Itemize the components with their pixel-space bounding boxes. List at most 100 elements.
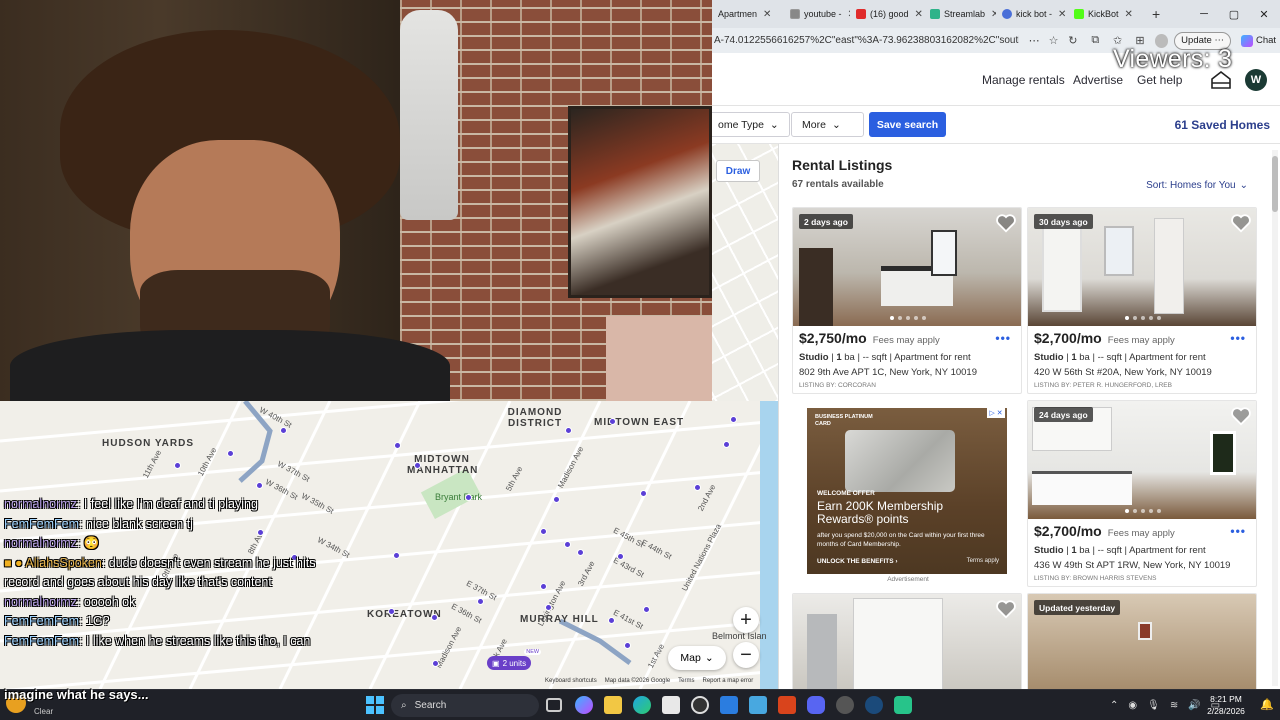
map-pin-icon[interactable] [624, 642, 631, 649]
app-icon[interactable] [894, 696, 912, 714]
extensions-icon[interactable]: ⧉ [1088, 33, 1103, 49]
more-filter[interactable]: More ⌄ [791, 112, 864, 137]
obs-icon[interactable] [691, 696, 709, 714]
map-pin-icon[interactable] [540, 583, 547, 590]
report-map-error-link[interactable]: Report a map error [703, 678, 754, 684]
photos-icon[interactable] [720, 696, 738, 714]
tab-apartments[interactable]: Apartmen ✕ [712, 0, 784, 28]
listing-photo[interactable]: 30 days ago [1028, 208, 1256, 326]
listing-card[interactable]: 24 days ago $2,700/mo Fees may apply ••• S… [1027, 400, 1257, 587]
close-icon[interactable]: ✕ [763, 9, 771, 20]
map-pin-icon[interactable] [280, 427, 287, 434]
zoom-out-button[interactable]: − [733, 642, 759, 668]
url-field[interactable]: A-74.0122556616257%2C"east"%3A-73.962388… [712, 35, 1019, 46]
map-pin-icon[interactable] [540, 528, 547, 535]
map-pin-icon[interactable] [256, 482, 263, 489]
close-icon[interactable]: ✕ [1125, 9, 1133, 20]
chevron-up-icon[interactable]: ⌃ [1110, 700, 1118, 711]
carousel-dots[interactable] [793, 316, 1021, 320]
avatar[interactable]: W [1245, 69, 1267, 91]
ad-creative[interactable]: BUSINESS PLATINUM CARD WELCOME OFFER Ear… [807, 408, 1007, 574]
listing-address[interactable]: 802 9th Ave APT 1C, New York, NY 10019 [793, 367, 1021, 381]
windows-start-icon[interactable] [366, 696, 384, 714]
map-pin-icon[interactable] [640, 490, 647, 497]
map-pin-icon[interactable] [174, 462, 181, 469]
ad-terms[interactable]: Terms apply [967, 558, 999, 564]
more-icon[interactable]: ⋯ [1026, 33, 1041, 49]
close-icon[interactable]: ✕ [1058, 9, 1066, 20]
window-close-button[interactable]: ✕ [1248, 0, 1280, 28]
close-icon[interactable]: ✕ [915, 9, 923, 20]
map-pin-icon[interactable] [617, 553, 624, 560]
heart-icon[interactable] [1230, 405, 1252, 427]
task-view-icon[interactable] [546, 698, 562, 712]
tf-icon[interactable] [778, 696, 796, 714]
volume-icon[interactable]: 🔊 [1188, 700, 1200, 711]
settings-gear-icon[interactable] [836, 696, 854, 714]
listing-card[interactable]: 30 days ago $2,700/mo Fees may apply ••• S… [1027, 207, 1257, 394]
map-pin-icon[interactable] [565, 427, 572, 434]
listing-card[interactable]: Updated yesterday [1027, 593, 1257, 689]
ad-cta[interactable]: UNLOCK THE BENEFITS › [817, 558, 898, 565]
heart-icon[interactable] [995, 598, 1017, 620]
microphone-icon[interactable]: 🎙 [1147, 700, 1160, 711]
map-pin-icon[interactable] [414, 462, 421, 469]
edge-icon[interactable] [633, 696, 651, 714]
carousel-dots[interactable] [1028, 509, 1256, 513]
saved-homes-link[interactable]: 61 Saved Homes [1175, 118, 1270, 132]
map-pin-icon[interactable] [545, 604, 552, 611]
carousel-dots[interactable] [1028, 316, 1256, 320]
copilot-chat-button[interactable]: Chat [1237, 32, 1280, 50]
clock[interactable]: 8:21 PM 2/28/2026 [1200, 693, 1252, 717]
zoom-in-button[interactable]: + [733, 607, 759, 633]
more-options-icon[interactable]: ••• [1230, 331, 1246, 345]
map-pin-icon[interactable] [553, 496, 560, 503]
minimize-button[interactable]: ─ [1188, 0, 1220, 28]
listing-address[interactable]: 420 W 56th St #20A, New York, NY 10019 [1028, 367, 1256, 381]
map-type-dropdown[interactable]: Map ⌄ [668, 646, 726, 670]
save-search-button[interactable]: Save search [869, 112, 946, 137]
map-pin-icon[interactable] [643, 606, 650, 613]
home-type-filter[interactable]: ome Type ⌄ [712, 112, 790, 137]
more-options-icon[interactable]: ••• [995, 331, 1011, 345]
draw-button[interactable]: Draw [716, 160, 760, 182]
tab-kickbot[interactable]: KickBot ✕ [1068, 0, 1144, 28]
taskbar-search[interactable]: ⌕ Search [391, 694, 539, 717]
wifi-icon[interactable]: ≋ [1170, 700, 1178, 711]
tab-streamlabs[interactable]: Streamlab ✕ [924, 0, 996, 28]
terms-link[interactable]: Terms [678, 678, 694, 684]
heart-icon[interactable] [995, 212, 1017, 234]
map-pin-icon[interactable] [477, 598, 484, 605]
snipping-icon[interactable] [749, 696, 767, 714]
sort-dropdown[interactable]: Sort: Homes for You ⌄ [1146, 180, 1248, 191]
maximize-button[interactable]: ▢ [1218, 0, 1250, 28]
map-pin-icon[interactable] [432, 660, 439, 667]
tab-youtube-search[interactable]: youtube - ✕ [784, 0, 850, 28]
map-pin-icon[interactable] [723, 441, 730, 448]
advertisement[interactable]: BUSINESS PLATINUM CARD WELCOME OFFER Ear… [793, 400, 1023, 586]
map-pin-icon[interactable] [394, 442, 401, 449]
nav-manage-rentals[interactable]: Manage rentals [982, 73, 1065, 87]
listing-card[interactable] [792, 593, 1022, 689]
listing-card[interactable]: 2 days ago $2,750/mo Fees may apply ••• St… [792, 207, 1022, 394]
star-icon[interactable]: ☆ [1046, 33, 1061, 49]
refresh-icon[interactable]: ↻ [1065, 33, 1080, 49]
heart-icon[interactable] [1230, 212, 1252, 234]
listing-photo[interactable] [793, 594, 1021, 689]
discord-icon[interactable] [807, 696, 825, 714]
scrollbar-thumb[interactable] [1272, 156, 1278, 212]
keyboard-shortcuts-link[interactable]: Keyboard shortcuts [545, 678, 597, 684]
map-pin-icon[interactable] [227, 450, 234, 457]
map-pin-icon[interactable] [564, 541, 571, 548]
map-pin-icon[interactable] [577, 549, 584, 556]
adchoices-icon[interactable]: ▷ ✕ [987, 408, 1005, 418]
listing-photo[interactable]: Updated yesterday [1028, 594, 1256, 689]
file-explorer-icon[interactable] [604, 696, 622, 714]
map-pin-icon[interactable] [730, 416, 737, 423]
tab-youtube[interactable]: (16) good ✕ [850, 0, 924, 28]
notification-bell-icon[interactable]: 🔔 [1260, 698, 1274, 711]
store-icon[interactable] [662, 696, 680, 714]
map-pin-icon[interactable] [608, 617, 615, 624]
map-pin-icon[interactable] [465, 494, 472, 501]
record-icon[interactable]: ◉ [1128, 700, 1137, 711]
